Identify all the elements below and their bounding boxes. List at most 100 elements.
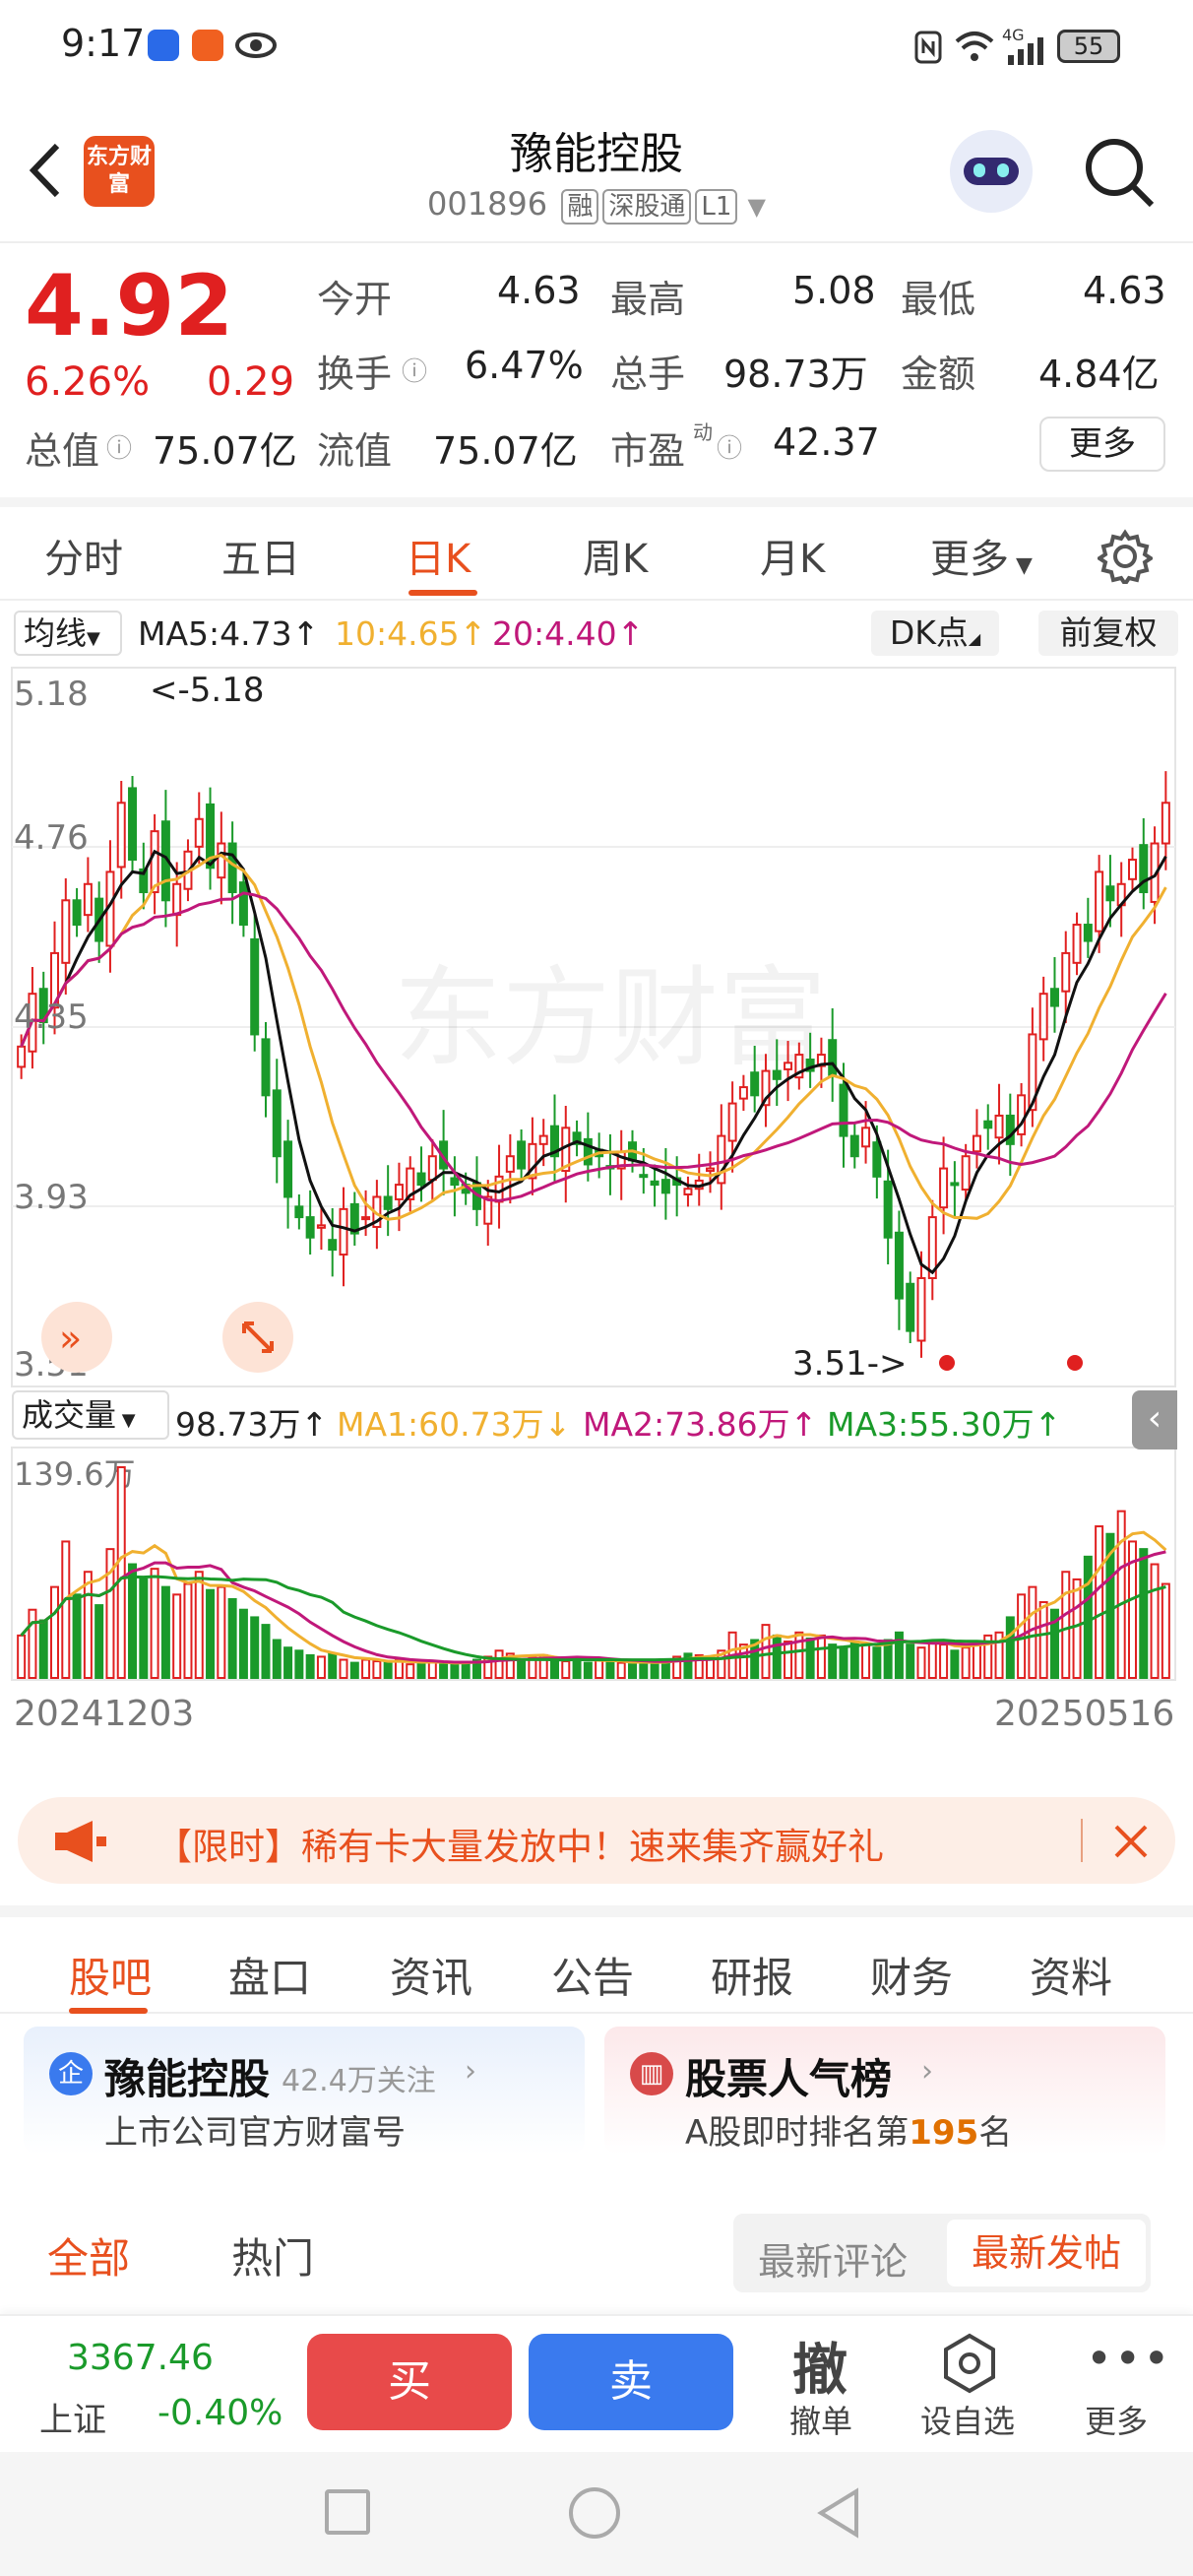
- robot-assistant-icon[interactable]: [950, 130, 1033, 213]
- rank-suffix: 名: [978, 2113, 1013, 2153]
- filter-all[interactable]: 全部: [47, 2225, 130, 2286]
- volume-bar: [450, 1663, 460, 1679]
- status-bar: 9:17 4G 55: [0, 0, 1193, 98]
- candle-body: [660, 1179, 670, 1194]
- vol-ma2: MA2:73.86万↑: [583, 1405, 818, 1444]
- rank-prefix: A股即时排名第: [685, 2113, 910, 2153]
- settings-gear-icon[interactable]: [1098, 529, 1153, 584]
- adjust-button[interactable]: 前复权: [1038, 611, 1178, 656]
- search-icon[interactable]: [1083, 136, 1158, 211]
- company-account-card[interactable]: 企 豫能控股 42.4万关注 › 上市公司官方财富号: [24, 2027, 585, 2155]
- info-icon[interactable]: ⓘ: [402, 352, 427, 388]
- volume-bar: [206, 1588, 216, 1679]
- level-tag: L1: [695, 189, 738, 225]
- candle-body: [305, 1216, 315, 1239]
- candle-body: [939, 1167, 949, 1209]
- candle-body: [972, 1134, 981, 1153]
- candle-body: [128, 787, 138, 862]
- volume-bar: [261, 1624, 271, 1680]
- tab-more-label: 更多: [930, 537, 1009, 582]
- tab-orderbook[interactable]: 盘口: [228, 1945, 311, 2005]
- volume-select[interactable]: 成交量 ▼: [12, 1390, 169, 1440]
- tab-more[interactable]: 更多 ▼: [930, 527, 1033, 584]
- tab-research[interactable]: 研报: [711, 1945, 793, 2005]
- volume-bar: [1005, 1616, 1015, 1679]
- rank-number: 195: [909, 2113, 979, 2153]
- app-notification-icon: [148, 30, 179, 61]
- ma-select[interactable]: 均线▼: [14, 611, 122, 656]
- kline-chart[interactable]: 东方财富 5.18 4.76 4.35 3.93 3.51 <-5.18 3.5…: [0, 662, 1193, 1755]
- cancel-order-button[interactable]: 撤单: [789, 2397, 852, 2442]
- period-tabs: 分时 五日 日K 周K 月K 更多 ▼: [0, 497, 1193, 601]
- volume-bar: [116, 1466, 126, 1679]
- candle-body: [150, 830, 159, 894]
- recent-apps-icon[interactable]: [325, 2489, 370, 2535]
- volume-bar: [316, 1655, 326, 1680]
- tab-weekly-k[interactable]: 周K: [583, 527, 648, 584]
- change-percent: 6.26%: [25, 359, 151, 405]
- pe-label[interactable]: 市盈: [610, 420, 685, 475]
- kline-svg[interactable]: 东方财富 5.18 4.76 4.35 3.93 3.51 <-5.18 3.5…: [0, 662, 1193, 1755]
- connect-tag: 深股通: [602, 189, 692, 225]
- buy-button[interactable]: 买: [307, 2334, 512, 2430]
- tab-monthly-k[interactable]: 月K: [760, 527, 825, 584]
- high-value: 5.08: [792, 269, 876, 312]
- volume-bar: [61, 1540, 71, 1679]
- turnover-label[interactable]: 换手: [317, 344, 392, 398]
- candle-body: [650, 1180, 659, 1187]
- back-triangle-icon[interactable]: [813, 2485, 864, 2541]
- volume-bar: [517, 1658, 527, 1680]
- popularity-card[interactable]: ▥ 股票人气榜 › A股即时排名第195名: [604, 2027, 1165, 2155]
- max-price-label: <-5.18: [150, 671, 264, 710]
- volume-select-label: 成交量: [22, 1396, 117, 1434]
- sell-button[interactable]: 卖: [529, 2334, 733, 2430]
- tab-finance[interactable]: 财务: [870, 1945, 953, 2005]
- sort-latest-post[interactable]: 最新发帖: [947, 2220, 1146, 2286]
- chevron-down-icon: ▼: [747, 193, 767, 221]
- candle-body: [861, 1127, 871, 1148]
- info-icon[interactable]: ⓘ: [717, 428, 742, 465]
- collapse-panel-button[interactable]: ‹: [1132, 1390, 1177, 1449]
- ma5-value: MA5:4.73↑: [138, 614, 320, 653]
- candle-body: [416, 1172, 426, 1187]
- candle-body: [450, 1177, 460, 1187]
- banner-divider: [1081, 1819, 1083, 1862]
- tab-profile[interactable]: 资料: [1030, 1945, 1112, 2005]
- volume-bar: [272, 1639, 282, 1680]
- volume-bar: [139, 1578, 149, 1679]
- home-icon[interactable]: [569, 2487, 620, 2539]
- last-price: 4.92: [25, 257, 234, 355]
- info-icon[interactable]: ⓘ: [106, 428, 132, 465]
- candle-body: [383, 1195, 393, 1210]
- sort-latest-comment[interactable]: 最新评论: [758, 2231, 908, 2286]
- volume-bar: [283, 1646, 293, 1679]
- candle-body: [172, 882, 182, 917]
- volume-bar: [150, 1568, 159, 1679]
- volume-bar: [38, 1619, 48, 1679]
- dk-point-button[interactable]: DK点◢: [871, 611, 999, 656]
- volume-bar: [916, 1646, 926, 1679]
- tab-intraday[interactable]: 分时: [44, 527, 123, 584]
- mktcap-label[interactable]: 总值: [25, 420, 99, 475]
- candle-body: [894, 1231, 904, 1300]
- tab-daily-k[interactable]: 日K: [406, 527, 471, 584]
- signal-dot: [939, 1355, 955, 1371]
- more-button[interactable]: 更多: [1085, 2397, 1148, 2442]
- price-tick-4: 3.93: [14, 1178, 89, 1217]
- tab-five-day[interactable]: 五日: [221, 527, 300, 584]
- candle-body: [849, 1134, 859, 1158]
- candle-body: [639, 1174, 649, 1179]
- close-icon[interactable]: [1112, 1823, 1150, 1860]
- filter-hot[interactable]: 热门: [231, 2225, 314, 2286]
- volume-bar: [561, 1660, 571, 1680]
- amount-value: 4.84亿: [1038, 353, 1160, 396]
- tab-guba[interactable]: 股吧: [69, 1945, 152, 2005]
- more-quote-button[interactable]: 更多: [1039, 417, 1165, 472]
- promo-banner[interactable]: 【限时】稀有卡大量发放中！速来集齐赢好礼: [18, 1797, 1175, 1884]
- tab-news[interactable]: 资讯: [390, 1945, 472, 2005]
- tab-announcements[interactable]: 公告: [551, 1945, 634, 2005]
- add-watchlist-button[interactable]: 设自选: [920, 2397, 1015, 2442]
- volume-bar: [305, 1653, 315, 1680]
- ma10-value: 10:4.65↑: [335, 614, 487, 653]
- price-tick-2: 4.76: [14, 818, 89, 858]
